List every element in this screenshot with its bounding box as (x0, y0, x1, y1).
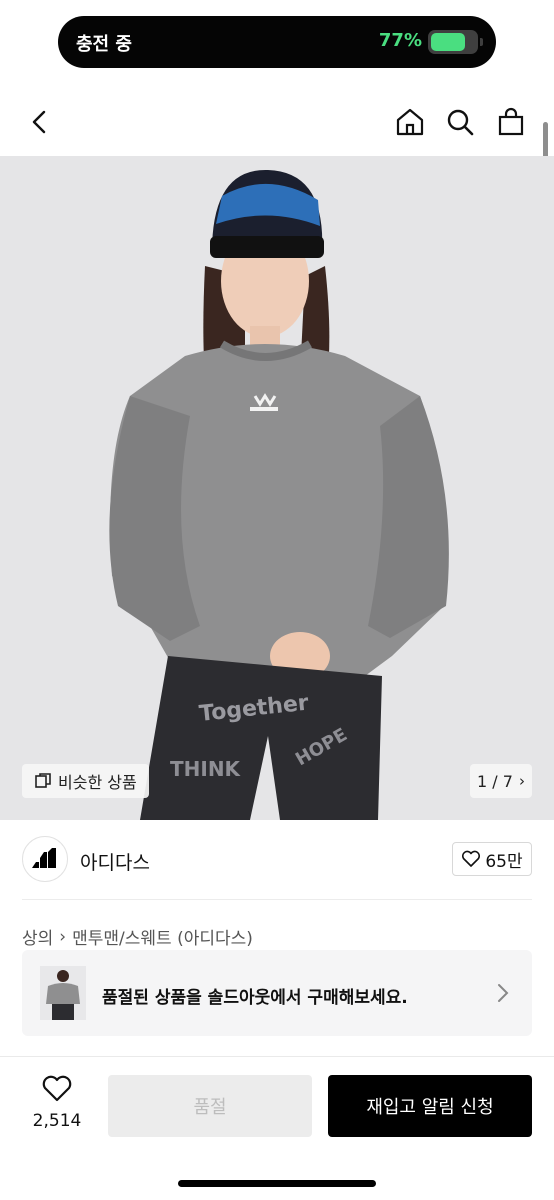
brand-logo[interactable] (22, 836, 68, 882)
battery-percent: 77% (378, 30, 422, 51)
chevron-right-icon: › (59, 926, 67, 947)
heart-icon (462, 850, 481, 867)
heart-icon (42, 1075, 72, 1102)
chevron-right-icon: › (518, 772, 525, 790)
back-icon[interactable] (20, 102, 60, 142)
home-indicator (178, 1180, 376, 1187)
copy-icon (35, 773, 51, 788)
wishlist-button[interactable]: 2,514 (22, 1075, 92, 1131)
brand-like-count: 65만 (485, 851, 523, 872)
battery-icon (428, 30, 483, 54)
banner-message: 품절된 상품을 솔드아웃에서 구매해보세요. (102, 988, 408, 1008)
breadcrumb-item-top[interactable]: 상의 (22, 924, 53, 949)
brand-row[interactable]: 아디다스 65만 (0, 830, 554, 894)
category-breadcrumb: 상의 › 맨투맨/스웨트 (아디다스) (22, 924, 253, 950)
home-icon[interactable] (390, 102, 430, 142)
top-navigation-bar (0, 88, 554, 156)
product-image-carousel[interactable]: Together HOPE THINK 비슷한 상품 1 / 7 › (0, 156, 554, 820)
divider (22, 899, 532, 900)
svg-text:THINK: THINK (170, 757, 242, 781)
chevron-right-icon (498, 984, 509, 1002)
restock-alert-button[interactable]: 재입고 알림 신청 (328, 1075, 532, 1137)
banner-thumbnail (40, 966, 86, 1020)
similar-products-label: 비슷한 상품 (58, 773, 137, 792)
product-photo: Together HOPE THINK (0, 156, 554, 820)
similar-products-button[interactable]: 비슷한 상품 (22, 764, 149, 798)
image-counter-text: 1 / 7 (477, 771, 513, 791)
breadcrumb-item-sweatshirt[interactable]: 맨투맨/스웨트 (아디다스) (72, 924, 253, 949)
search-icon[interactable] (440, 102, 480, 142)
wishlist-count: 2,514 (32, 1111, 82, 1131)
brand-name[interactable]: 아디다스 (80, 848, 150, 875)
charging-label: 충전 중 (76, 34, 132, 55)
image-counter[interactable]: 1 / 7 › (470, 764, 532, 798)
charging-status-pill: 충전 중 77% (58, 16, 496, 68)
soldout-marketplace-banner[interactable]: 품절된 상품을 솔드아웃에서 구매해보세요. (22, 950, 532, 1036)
soldout-button[interactable]: 품절 (108, 1075, 312, 1137)
brand-like-button[interactable]: 65만 (452, 842, 532, 876)
cart-icon[interactable] (491, 102, 531, 142)
bottom-action-bar: 2,514 품절 재입고 알림 신청 (0, 1056, 554, 1200)
